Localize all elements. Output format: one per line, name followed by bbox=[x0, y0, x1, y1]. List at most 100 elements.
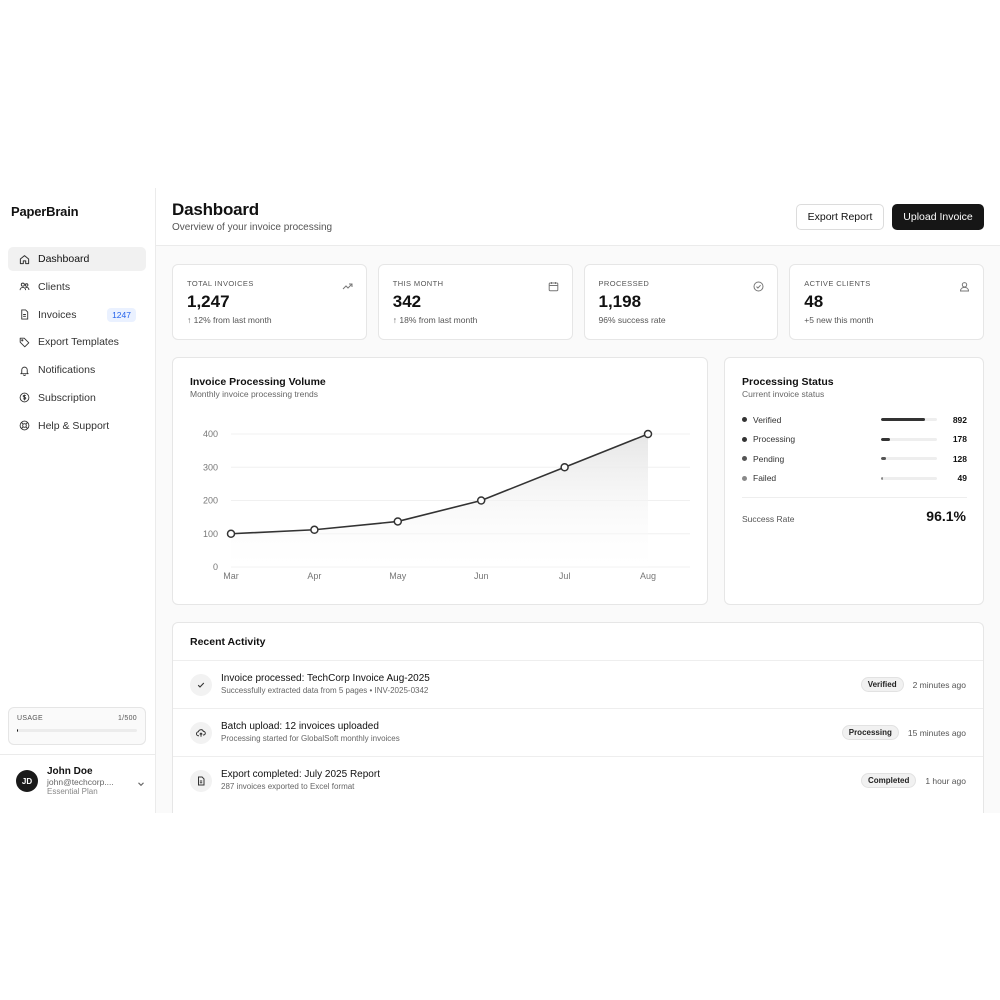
status-row-verified: Verified 892 bbox=[742, 410, 967, 430]
sidebar-item-label: Clients bbox=[38, 280, 71, 293]
success-rate-label: Success Rate bbox=[742, 514, 795, 524]
trend-up-icon bbox=[342, 279, 353, 290]
status-count: 178 bbox=[952, 434, 967, 445]
user-plan: Essential Plan bbox=[47, 787, 98, 797]
status-dot bbox=[742, 475, 747, 481]
status-subtitle: Current invoice status bbox=[742, 389, 825, 399]
activity-text: Batch upload: 12 invoices uploaded Proce… bbox=[221, 721, 842, 744]
page-title: Dashboard bbox=[172, 200, 259, 219]
stat-value: 342 bbox=[392, 292, 422, 311]
user-menu[interactable]: JD John Doe john@techcorp.... Essential … bbox=[16, 766, 146, 796]
sidebar: PaperBrain Dashboard Clients Invoices 12 bbox=[0, 188, 156, 813]
sidebar-item-help-support[interactable]: Help & Support bbox=[8, 414, 146, 438]
activity-time: 2 minutes ago bbox=[912, 679, 966, 690]
stat-subtext: 96% success rate bbox=[598, 315, 666, 325]
status-count: 128 bbox=[952, 453, 967, 464]
y-tick-label: 400 bbox=[203, 429, 218, 439]
export-report-button[interactable]: Export Report bbox=[796, 204, 884, 230]
main-content: Dashboard Overview of your invoice proce… bbox=[156, 188, 1000, 813]
stat-card-total-invoices: TOTAL INVOICES 1,247 ↑ 12% from last mon… bbox=[172, 264, 367, 340]
check-icon bbox=[190, 673, 212, 696]
status-dot bbox=[742, 436, 747, 442]
status-divider bbox=[742, 497, 967, 498]
activity-text: Export completed: July 2025 Report 287 i… bbox=[221, 769, 861, 792]
stat-value: 1,247 bbox=[187, 292, 230, 311]
user-info: John Doe john@techcorp.... Essential Pla… bbox=[47, 766, 136, 796]
sidebar-item-label: Dashboard bbox=[38, 253, 90, 265]
data-point bbox=[226, 529, 236, 538]
status-dot bbox=[742, 456, 747, 462]
usage-count: 1/500 bbox=[117, 715, 137, 722]
avatar: JD bbox=[16, 770, 38, 793]
chevron-down-icon[interactable] bbox=[136, 776, 146, 787]
status-bar bbox=[881, 476, 937, 480]
user-name: John Doe bbox=[47, 766, 93, 777]
sidebar-item-clients[interactable]: Clients bbox=[8, 275, 146, 299]
sidebar-divider bbox=[0, 754, 155, 755]
sidebar-item-notifications[interactable]: Notifications bbox=[8, 358, 146, 382]
upload-invoice-button[interactable]: Upload Invoice bbox=[892, 204, 984, 230]
activity-item[interactable]: Batch upload: 12 invoices uploaded Proce… bbox=[173, 708, 983, 756]
activity-item-title: Batch upload: 12 invoices uploaded bbox=[221, 721, 379, 733]
data-point bbox=[643, 429, 653, 439]
home-icon bbox=[18, 253, 30, 265]
status-bar-fill bbox=[881, 476, 883, 480]
activity-item-description: Processing started for GlobalSoft monthl… bbox=[221, 733, 400, 743]
activity-item[interactable]: Invoice processed: TechCorp Invoice Aug-… bbox=[173, 660, 983, 708]
activity-item[interactable]: Export completed: July 2025 Report 287 i… bbox=[173, 756, 983, 804]
activity-text: Invoice processed: TechCorp Invoice Aug-… bbox=[221, 673, 861, 696]
page-subtitle: Overview of your invoice processing bbox=[172, 222, 333, 233]
stat-label: TOTAL INVOICES bbox=[187, 279, 254, 288]
brand-logo[interactable]: PaperBrain bbox=[11, 204, 79, 219]
sidebar-item-invoices[interactable]: Invoices 1247 bbox=[8, 303, 146, 327]
sidebar-item-export-templates[interactable]: Export Templates bbox=[8, 330, 146, 354]
invoice-count-badge: 1247 bbox=[107, 307, 136, 322]
bell-icon bbox=[18, 364, 30, 376]
x-tick-label: Jul bbox=[559, 571, 571, 581]
activity-item-title: Export completed: July 2025 Report bbox=[221, 769, 380, 781]
activity-item-title: Invoice processed: TechCorp Invoice Aug-… bbox=[221, 673, 430, 685]
activity-list: Invoice processed: TechCorp Invoice Aug-… bbox=[173, 660, 983, 804]
user-icon bbox=[959, 279, 970, 292]
activity-item-description: Successfully extracted data from 5 pages… bbox=[221, 685, 429, 695]
invoice-volume-chart: 0 100 200 300 400 Mar Apr May Jun Jul Aug bbox=[203, 429, 690, 581]
users-icon bbox=[18, 281, 30, 293]
stat-label: THIS MONTH bbox=[392, 279, 444, 288]
calendar-icon bbox=[548, 279, 559, 292]
status-label: Processing bbox=[753, 434, 796, 445]
check-circle-icon bbox=[753, 279, 764, 292]
status-title: Processing Status bbox=[742, 376, 834, 388]
data-point bbox=[560, 463, 569, 472]
status-row-failed: Failed 49 bbox=[742, 469, 967, 489]
activity-time: 1 hour ago bbox=[925, 775, 966, 786]
status-bar bbox=[881, 418, 937, 422]
sidebar-item-label: Invoices bbox=[38, 308, 77, 321]
sidebar-item-dashboard[interactable]: Dashboard bbox=[8, 247, 146, 271]
stat-label: ACTIVE CLIENTS bbox=[804, 279, 871, 288]
stat-card-processed: PROCESSED 1,198 96% success rate bbox=[583, 264, 779, 340]
sidebar-item-label: Notifications bbox=[38, 364, 96, 377]
success-rate-value: 96.1% bbox=[926, 508, 966, 524]
activity-item-description: 287 invoices exported to Excel format bbox=[221, 781, 355, 791]
tag-icon bbox=[18, 336, 30, 348]
x-tick-label: Jun bbox=[474, 571, 489, 581]
stat-subtext: ↑ 18% from last month bbox=[392, 315, 478, 325]
activity-title: Recent Activity bbox=[190, 636, 266, 648]
status-label: Pending bbox=[753, 453, 785, 464]
stat-subtext: ↑ 12% from last month bbox=[187, 315, 272, 325]
dollar-icon bbox=[18, 392, 30, 404]
status-list: Verified 892 Processing 178 Pending 128 bbox=[742, 410, 967, 488]
x-tick-label: Mar bbox=[223, 571, 239, 581]
stat-card-active-clients: ACTIVE CLIENTS 48 +5 new this month bbox=[789, 264, 984, 340]
status-label: Verified bbox=[753, 414, 782, 425]
data-point bbox=[476, 496, 486, 505]
activity-time: 15 minutes ago bbox=[907, 727, 966, 738]
stat-card-this-month: THIS MONTH 342 ↑ 18% from last month bbox=[377, 264, 573, 340]
sidebar-item-subscription[interactable]: Subscription bbox=[8, 386, 146, 410]
status-bar bbox=[881, 437, 937, 441]
page-header: Dashboard Overview of your invoice proce… bbox=[156, 188, 1000, 246]
recent-activity-card: Recent Activity Invoice processed: TechC… bbox=[172, 622, 984, 813]
y-tick-label: 200 bbox=[203, 496, 218, 506]
status-bar-fill bbox=[881, 437, 890, 441]
status-count: 892 bbox=[952, 414, 967, 425]
